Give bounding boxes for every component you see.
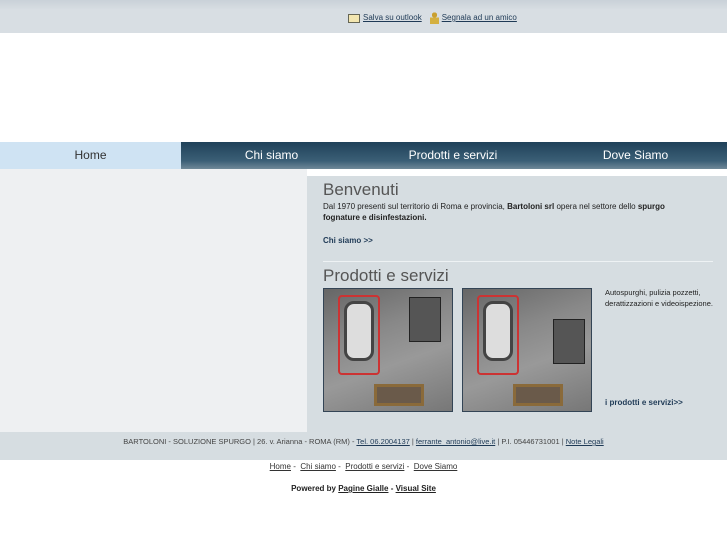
welcome-text-part: opera nel settore dello <box>554 202 638 211</box>
pagine-gialle-link[interactable]: Pagine Gialle <box>338 484 388 493</box>
separator: - <box>388 484 396 493</box>
visual-site-link[interactable]: Visual Site <box>396 484 436 493</box>
powered-by: Powered by Pagine Gialle - Visual Site <box>0 484 727 493</box>
divider <box>323 261 713 262</box>
top-bar: Salva su outlook Segnala ad un amico <box>0 0 727 33</box>
phone-link[interactable]: Tel. 06.2004137 <box>356 437 409 446</box>
products-title: Prodotti e servizi <box>323 266 449 285</box>
vat-number: | P.I. 05446731001 | <box>495 437 566 446</box>
email-link[interactable]: ferrante_antonio@live.it <box>416 437 495 446</box>
welcome-text: Dal 1970 presenti sul territorio di Roma… <box>323 201 703 223</box>
footer-chi-siamo-link[interactable]: Chi siamo <box>300 462 336 471</box>
person-icon <box>429 12 439 24</box>
save-outlook-link[interactable]: Salva su outlook <box>348 13 422 23</box>
nav-dove-siamo[interactable]: Dove Siamo <box>544 142 727 169</box>
product-image-2 <box>462 288 592 412</box>
footer-bar: BARTOLONI - SOLUZIONE SPURGO | 26. v. Ar… <box>0 432 727 460</box>
footer-dove-siamo-link[interactable]: Dove Siamo <box>414 462 458 471</box>
nav-home[interactable]: Home <box>0 142 181 169</box>
chi-siamo-link[interactable]: Chi siamo >> <box>323 236 373 245</box>
products-desc: Autospurghi, pulizia pozzetti, derattizz… <box>605 288 713 308</box>
left-panel <box>0 169 307 432</box>
welcome-title: Benvenuti <box>323 180 399 199</box>
top-links: Salva su outlook Segnala ad un amico <box>348 12 517 24</box>
main-content: Benvenuti Dal 1970 presenti sul territor… <box>307 176 727 432</box>
powered-label: Powered by <box>291 484 339 493</box>
nav-prodotti[interactable]: Prodotti e servizi <box>362 142 544 169</box>
footer-nav: Home - Chi siamo - Prodotti e servizi - … <box>269 462 458 471</box>
company-info: BARTOLONI - SOLUZIONE SPURGO | 26. v. Ar… <box>123 437 357 446</box>
welcome-text-part: Dal 1970 presenti sul territorio di Roma… <box>323 202 508 211</box>
nav-chi-siamo[interactable]: Chi siamo <box>181 142 362 169</box>
footer-prodotti-link[interactable]: Prodotti e servizi <box>345 462 404 471</box>
card-icon <box>348 13 360 23</box>
products-link[interactable]: i prodotti e servizi>> <box>605 398 683 407</box>
product-image-1 <box>323 288 453 412</box>
main-nav: Home Chi siamo Prodotti e servizi Dove S… <box>0 142 727 169</box>
company-name: Bartoloni srl <box>507 202 555 211</box>
recommend-link[interactable]: Segnala ad un amico <box>429 12 517 24</box>
footer-home-link[interactable]: Home <box>270 462 291 471</box>
legal-link[interactable]: Note Legali <box>566 437 604 446</box>
